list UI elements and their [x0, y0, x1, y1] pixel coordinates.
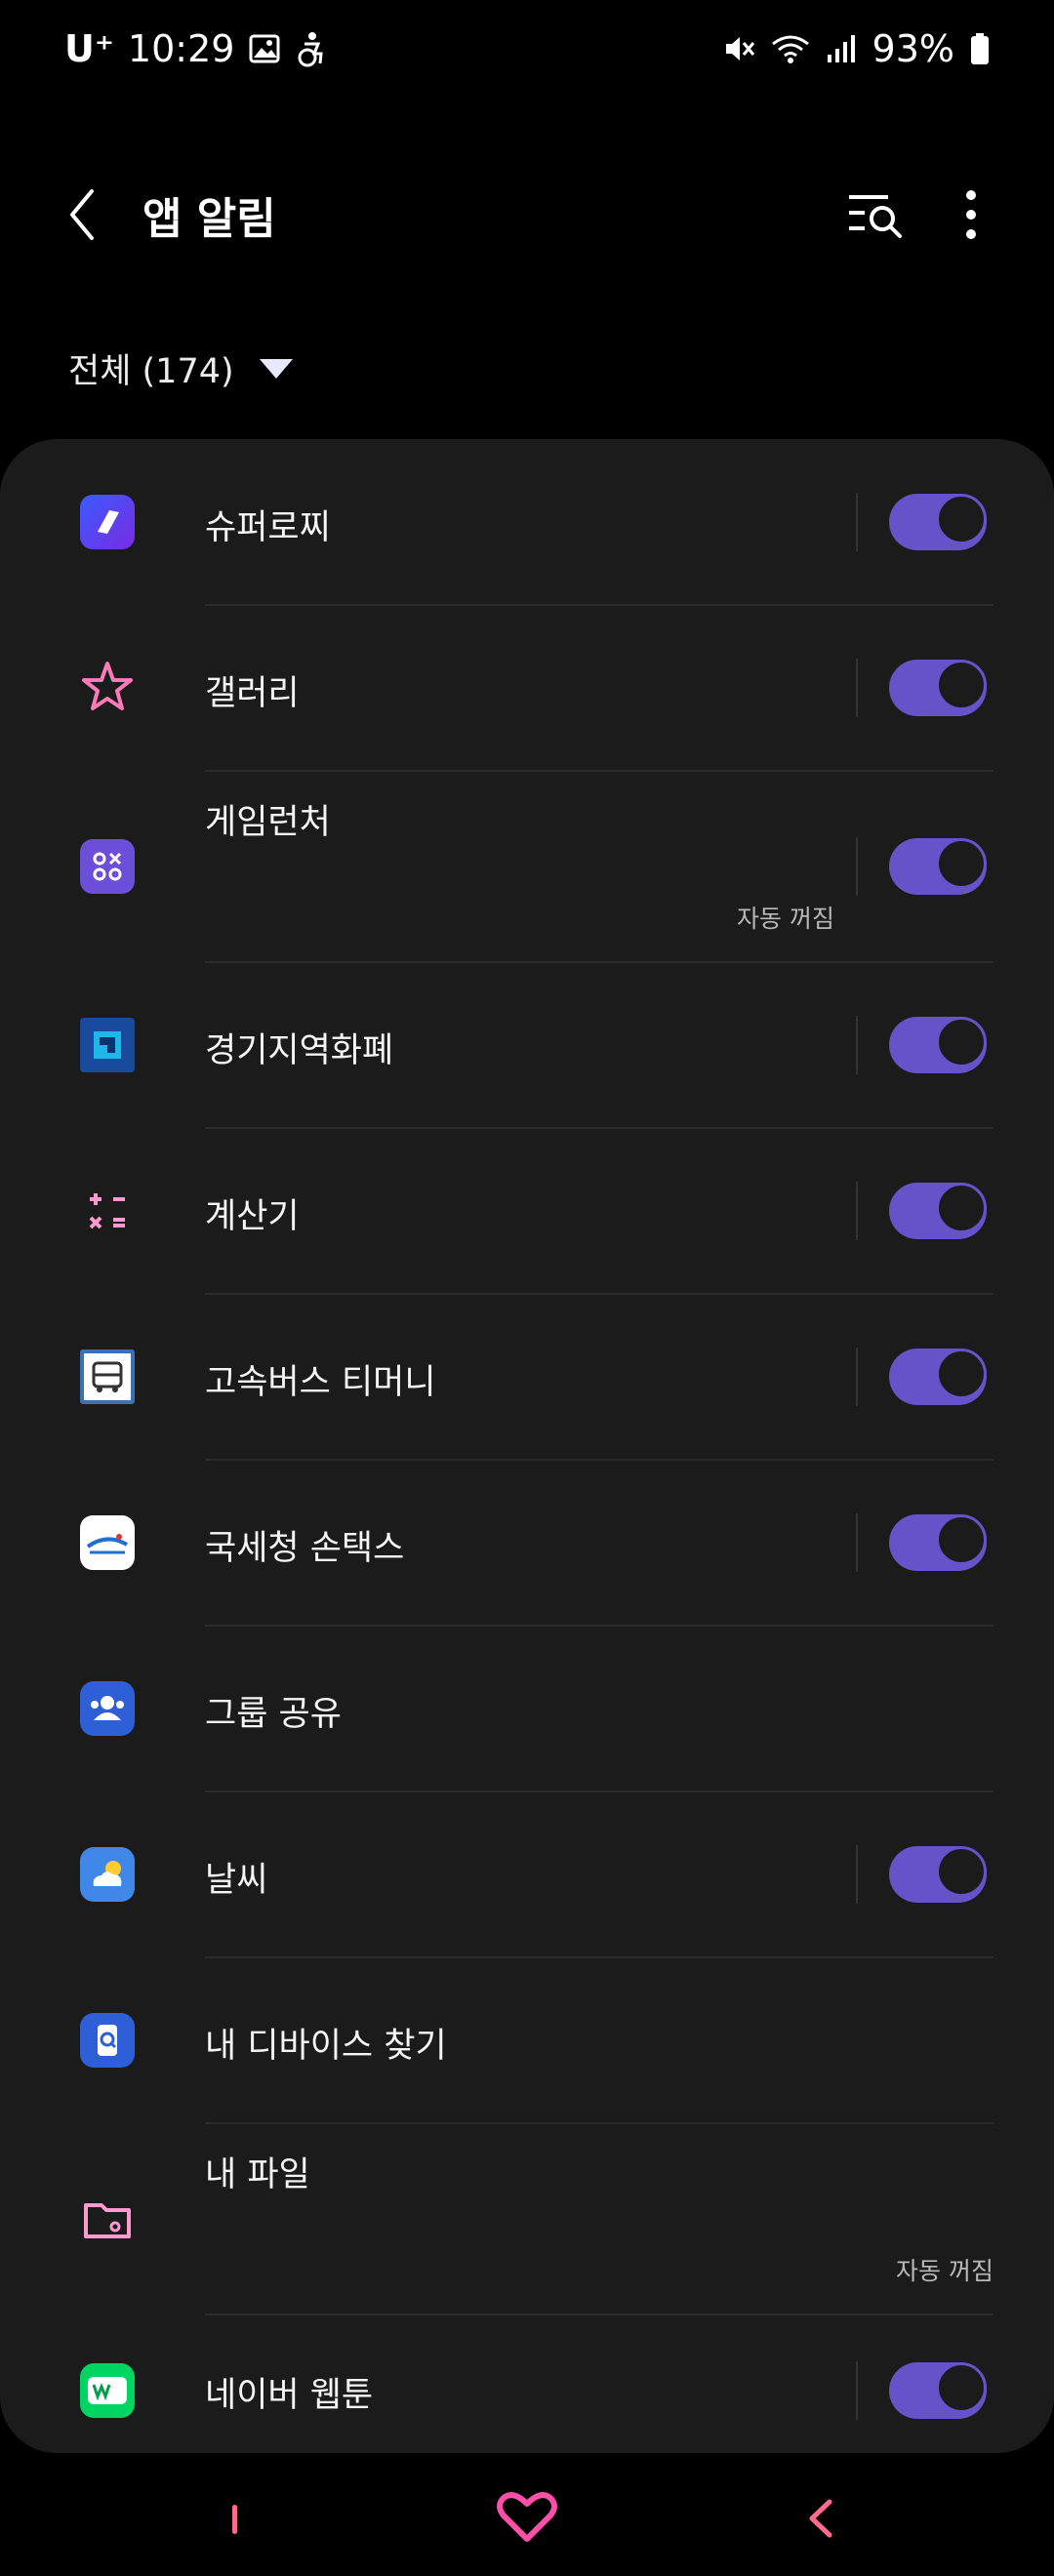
app-name: 계산기	[205, 1197, 300, 1236]
filter-label: 전체 (174)	[68, 352, 234, 391]
status-bar: U⁺ 10:29 93%	[0, 0, 1054, 115]
list-item[interactable]: 내 디바이스 찾기	[0, 1957, 1054, 2123]
recent-apps-button[interactable]	[232, 2505, 237, 2534]
app-name: 갤러리	[205, 674, 300, 713]
divider	[856, 2361, 858, 2420]
carrier-label: U⁺	[64, 27, 114, 70]
app-name: 슈퍼로찌	[205, 508, 331, 547]
app-name: 게임런처	[205, 803, 331, 842]
notification-toggle[interactable]	[889, 838, 987, 895]
signal-icon	[827, 35, 855, 62]
mute-icon	[725, 37, 754, 60]
divider	[856, 1845, 858, 1904]
back-icon[interactable]	[59, 185, 107, 244]
auto-off-label: 자동 꺼짐	[737, 905, 834, 933]
list-item[interactable]: 경기지역화폐	[0, 962, 1054, 1128]
list-item[interactable]: 날씨	[0, 1791, 1054, 1957]
accessibility-notification-icon	[298, 32, 324, 67]
list-item[interactable]: 국세청 손택스	[0, 1460, 1054, 1626]
list-item[interactable]: 계산기	[0, 1128, 1054, 1294]
gallery-notification-icon	[249, 34, 280, 63]
app-name: 경기지역화폐	[205, 1031, 394, 1070]
list-item[interactable]: 고속버스 티머니	[0, 1294, 1054, 1460]
wifi-icon	[771, 35, 809, 63]
notification-toggle[interactable]	[889, 1846, 987, 1903]
divider	[856, 493, 858, 551]
dropdown-triangle-icon	[259, 358, 293, 379]
calculator-app-icon	[89, 1193, 125, 1229]
divider	[856, 1513, 858, 1572]
naver-webtoon-app-icon	[80, 2363, 135, 2418]
hometax-app-icon	[80, 1515, 135, 1570]
navigation-bar	[0, 2453, 1054, 2576]
page-title: 앱 알림	[142, 194, 276, 244]
notification-toggle[interactable]	[889, 1017, 987, 1073]
app-name: 그룹 공유	[205, 1695, 342, 1734]
search-list-icon[interactable]	[847, 187, 906, 242]
app-name: 국세청 손택스	[205, 1529, 405, 1568]
app-name: 고속버스 티머니	[205, 1363, 436, 1402]
app-name: 내 파일	[205, 2155, 310, 2194]
divider	[856, 659, 858, 717]
list-item[interactable]: 내 파일 자동 꺼짐	[0, 2123, 1054, 2314]
filter-dropdown[interactable]: 전체 (174)	[68, 343, 295, 393]
more-vert-icon[interactable]	[947, 187, 995, 242]
notification-toggle[interactable]	[889, 494, 987, 550]
battery-percent: 93%	[872, 27, 954, 70]
list-item[interactable]: 갤러리	[0, 605, 1054, 771]
find-device-app-icon	[80, 2013, 135, 2068]
list-item[interactable]: 슈퍼로찌	[0, 439, 1054, 605]
express-bus-app-icon	[80, 1349, 135, 1404]
list-item[interactable]: 게임런처 자동 꺼짐	[0, 771, 1054, 962]
notification-toggle[interactable]	[889, 1183, 987, 1239]
game-launcher-app-icon	[80, 839, 135, 894]
home-heart-icon[interactable]	[496, 2488, 558, 2545]
app-name: 내 디바이스 찾기	[205, 2027, 447, 2066]
app-bar: 앱 알림	[0, 176, 1054, 254]
superlogi-app-icon	[80, 495, 135, 549]
divider	[856, 1348, 858, 1406]
battery-icon	[971, 33, 989, 64]
group-share-app-icon	[80, 1681, 135, 1736]
notification-toggle[interactable]	[889, 2362, 987, 2419]
my-files-app-icon	[84, 2203, 131, 2238]
gyeonggi-currency-app-icon	[80, 1018, 135, 1072]
list-item[interactable]: 그룹 공유	[0, 1626, 1054, 1791]
notification-toggle[interactable]	[889, 1514, 987, 1571]
notification-toggle[interactable]	[889, 1348, 987, 1405]
app-name: 날씨	[205, 1861, 268, 1900]
app-list-card: 슈퍼로찌 갤러리 게임런처 자동 꺼짐 경기지역화폐 계산기 고속버스 티머니 …	[0, 439, 1054, 2453]
divider	[856, 837, 858, 896]
notification-toggle[interactable]	[889, 660, 987, 716]
list-item[interactable]: 네이버 웹툰	[0, 2314, 1054, 2453]
gallery-app-icon	[82, 662, 133, 710]
divider	[856, 1182, 858, 1240]
app-name: 네이버 웹툰	[205, 2376, 374, 2415]
clock: 10:29	[127, 27, 235, 70]
nav-back-icon[interactable]	[806, 2498, 835, 2539]
weather-app-icon	[80, 1847, 135, 1902]
divider	[856, 1016, 858, 1074]
auto-off-label: 자동 꺼짐	[896, 2257, 993, 2285]
